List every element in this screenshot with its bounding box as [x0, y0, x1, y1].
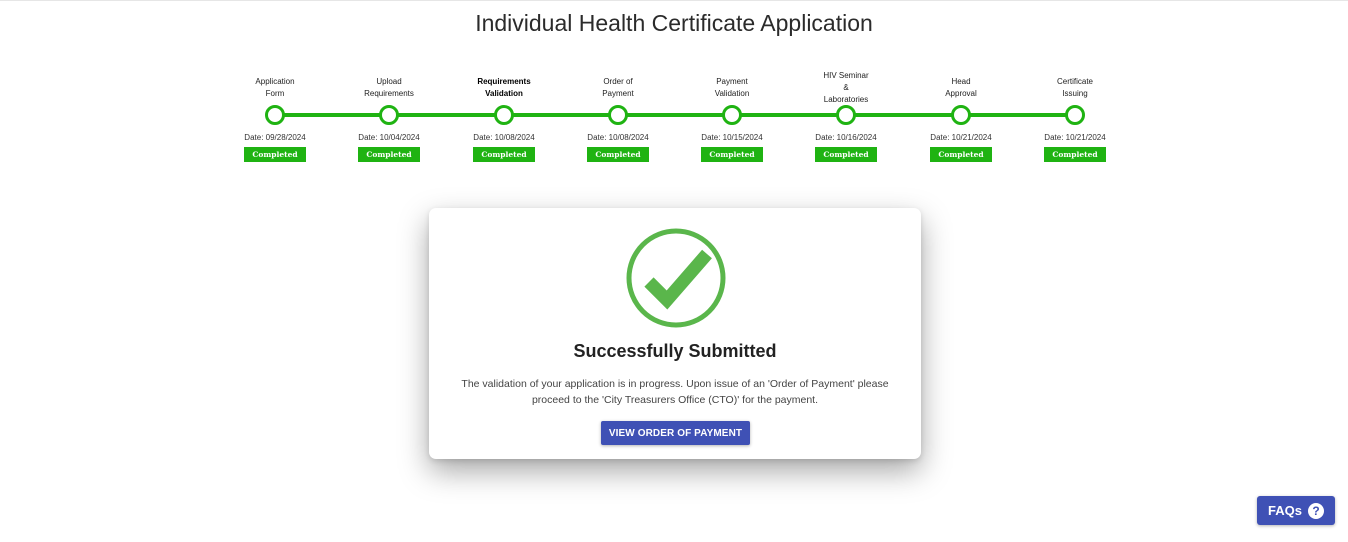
status-badge: Completed — [244, 147, 306, 162]
status-badge: Completed — [701, 147, 763, 162]
help-circle-icon: ? — [1307, 502, 1324, 519]
step-label: Upload Requirements — [364, 77, 414, 98]
step-label: Application Form — [255, 77, 295, 98]
faqs-label: FAQs — [1268, 503, 1302, 518]
status-badge: Completed — [358, 147, 420, 162]
status-badge: Completed — [587, 147, 649, 162]
step-date: Date: 10/08/2024 — [587, 133, 649, 142]
step-label: Certificate Issuing — [1056, 77, 1093, 98]
step-label: Requirements Validation — [477, 77, 531, 98]
step-2: Upload Requirements Date: 10/04/2024 Compl… — [329, 0, 449, 170]
progress-stepper: Application Form Date: 09/28/2024 Complete… — [0, 0, 1348, 170]
step-dot — [1065, 105, 1085, 125]
view-order-of-payment-button[interactable]: VIEW ORDER OF PAYMENT — [601, 421, 750, 445]
status-badge: Completed — [930, 147, 992, 162]
success-message: The validation of your application is in… — [461, 378, 889, 406]
step-date: Date: 10/04/2024 — [358, 133, 420, 142]
step-5: Payment Validation Date: 10/15/2024 Comple… — [672, 0, 792, 170]
step-dot — [379, 105, 399, 125]
step-4: Order of Payment Date: 10/08/2024 Complete… — [558, 0, 678, 170]
step-label: Payment Validation — [714, 77, 750, 98]
step-date: Date: 09/28/2024 — [244, 133, 306, 142]
step-label: Order of Payment — [602, 77, 634, 98]
step-1: Application Form Date: 09/28/2024 Complete… — [215, 0, 335, 170]
step-dot — [722, 105, 742, 125]
status-badge: Completed — [1044, 147, 1106, 162]
step-dot — [951, 105, 971, 125]
step-date: Date: 10/16/2024 — [815, 133, 877, 142]
success-card: Successfully Submitted The validation of… — [429, 208, 921, 459]
step-date: Date: 10/21/2024 — [1044, 133, 1106, 142]
step-3: Requirements Validation Date: 10/08/2024 C… — [444, 0, 564, 170]
step-dot — [608, 105, 628, 125]
step-dot — [836, 105, 856, 125]
status-badge: Completed — [473, 147, 535, 162]
step-7: Head Approval Date: 10/21/2024 Completed — [901, 0, 1021, 170]
step-label: HIV Seminar & Laboratories — [823, 71, 869, 104]
status-badge: Completed — [815, 147, 877, 162]
step-dot — [494, 105, 514, 125]
check-circle-icon — [626, 228, 726, 328]
step-dot — [265, 105, 285, 125]
step-8: Certificate Issuing Date: 10/21/2024 Compl… — [1015, 0, 1135, 170]
step-date: Date: 10/08/2024 — [473, 133, 535, 142]
success-title: Successfully Submitted — [573, 341, 777, 361]
step-label: Head Approval — [945, 77, 977, 98]
step-6: HIV Seminar & Laboratories Date: 10/16/20… — [786, 0, 906, 170]
step-date: Date: 10/21/2024 — [930, 133, 992, 142]
step-date: Date: 10/15/2024 — [701, 133, 763, 142]
faqs-button[interactable]: FAQs ? — [1257, 496, 1335, 525]
